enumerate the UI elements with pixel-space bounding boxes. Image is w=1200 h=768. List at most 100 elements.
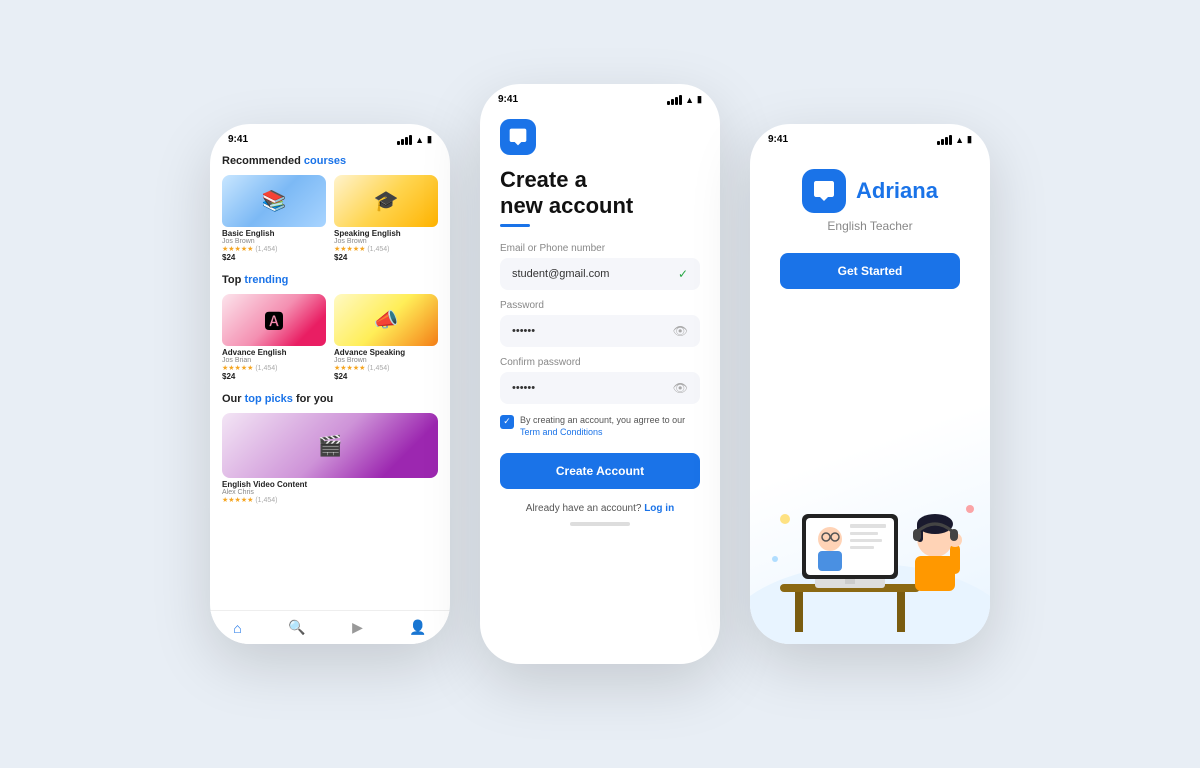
password-label: Password (500, 300, 700, 311)
adriana-branding: Adriana (802, 169, 938, 213)
illustration-area (750, 444, 990, 644)
course-advance-speaking[interactable]: 📣 Advance Speaking Jos Brown ★★★★★ (1,45… (334, 294, 438, 383)
course-advance-info: Advance English Jos Brian ★★★★★ (1,454) … (222, 346, 326, 383)
wifi-icon-center: ▲ (685, 95, 694, 105)
email-value: student@gmail.com (512, 268, 678, 280)
course-speaking-name: Speaking English (334, 229, 438, 238)
nav-home[interactable]: ⌂ (233, 620, 241, 636)
create-account-button[interactable]: Create Account (500, 453, 700, 489)
terms-row: ✓ By creating an account, you agrree to … (500, 414, 700, 439)
signal-icon (397, 135, 412, 145)
course-adv-speaking-name: Advance Speaking (334, 348, 438, 357)
battery-icon: ▮ (427, 134, 432, 145)
course-basic-name: Basic English (222, 229, 326, 238)
terms-checkbox[interactable]: ✓ (500, 415, 514, 429)
course-speaking-author: Jos Brown (334, 238, 438, 245)
wifi-icon-right: ▲ (955, 135, 964, 145)
thumb-adv-speaking-icon: 📣 (374, 308, 399, 333)
check-icon: ✓ (678, 267, 688, 281)
recommended-title: Recommended courses (222, 155, 438, 167)
app-logo (500, 119, 536, 155)
course-advance-stars: ★★★★★ (1,454) (222, 364, 326, 372)
course-advance-name: Advance English (222, 348, 326, 357)
title-underline (500, 224, 530, 227)
course-adv-speaking-info: Advance Speaking Jos Brown ★★★★★ (1,454)… (334, 346, 438, 383)
adriana-logo (802, 169, 846, 213)
eye-icon-confirm: 👁 (673, 381, 688, 395)
course-advance-price: $24 (222, 372, 326, 381)
status-icons-left: ▲ ▮ (397, 134, 432, 145)
status-icons-right: ▲ ▮ (937, 134, 972, 145)
course-basic-price: $24 (222, 253, 326, 262)
time-left: 9:41 (228, 134, 248, 145)
eye-icon-password: 👁 (673, 324, 688, 338)
thumb-advance-icon: 🅰 (264, 306, 284, 335)
home-indicator-center (570, 522, 630, 526)
terms-text: By creating an account, you agrree to ou… (520, 414, 700, 439)
confirm-value: •••••• (512, 382, 673, 394)
email-label: Email or Phone number (500, 243, 700, 254)
status-bar-right: 9:41 ▲ ▮ (750, 124, 990, 149)
thumb-adv-speaking: 📣 (334, 294, 438, 346)
center-phone-content: Create a new account Email or Phone numb… (480, 109, 720, 542)
search-icon: 🔍 (288, 619, 305, 636)
course-advance-english[interactable]: 🅰 Advance English Jos Brian ★★★★★ (1,454… (222, 294, 326, 383)
course-basic-info: Basic English Jos Brown ★★★★★ (1,454) $2… (222, 227, 326, 264)
profile-icon: 👤 (409, 619, 426, 636)
course-basic-author: Jos Brown (222, 238, 326, 245)
course-video-stars: ★★★★★ (1,454) (222, 496, 438, 504)
status-icons-center: ▲ ▮ (667, 94, 702, 105)
play-icon: ▶ (352, 619, 363, 636)
top-picks-title: Our top picks for you (222, 393, 438, 405)
trending-grid: 🅰 Advance English Jos Brian ★★★★★ (1,454… (222, 294, 438, 383)
login-link[interactable]: Log in (644, 503, 674, 514)
course-adv-speaking-author: Jos Brown (334, 357, 438, 364)
course-video-name: English Video Content (222, 480, 438, 489)
thumb-video: 🎬 (222, 413, 438, 478)
page-title: Create a new account (500, 167, 700, 220)
course-basic-english[interactable]: 📚 Basic English Jos Brown ★★★★★ (1,454) … (222, 175, 326, 264)
teacher-illustration (750, 444, 990, 644)
terms-link[interactable]: Term and Conditions (520, 427, 603, 437)
nav-profile[interactable]: 👤 (409, 619, 426, 636)
adriana-logo-icon (812, 179, 836, 203)
right-phone-content: Adriana English Teacher Get Started (750, 149, 990, 319)
right-phone: 9:41 ▲ ▮ Adriana (750, 124, 990, 644)
trending-highlight: trending (244, 274, 288, 286)
thumb-speaking-icon: 🎓 (374, 189, 399, 214)
thumb-video-icon: 🎬 (318, 433, 343, 458)
password-value: •••••• (512, 325, 673, 337)
status-bar-left: 9:41 ▲ ▮ (210, 124, 450, 149)
video-chat-icon (508, 127, 528, 147)
thumb-basic: 📚 (222, 175, 326, 227)
status-bar-center: 9:41 ▲ ▮ (480, 84, 720, 109)
recommended-highlight: courses (304, 155, 346, 167)
course-advance-author: Jos Brian (222, 357, 326, 364)
battery-icon-center: ▮ (697, 94, 702, 105)
top-picks-highlight: top picks (245, 393, 293, 405)
battery-icon-right: ▮ (967, 134, 972, 145)
nav-play[interactable]: ▶ (352, 619, 363, 636)
course-speaking-price: $24 (334, 253, 438, 262)
course-adv-speaking-stars: ★★★★★ (1,454) (334, 364, 438, 372)
left-phone: 9:41 ▲ ▮ Recommended courses (210, 124, 450, 644)
signal-icon-center (667, 95, 682, 105)
adriana-subtitle: English Teacher (827, 219, 912, 233)
confirm-label: Confirm password (500, 357, 700, 368)
course-video-content[interactable]: 🎬 English Video Content Alex Chris ★★★★★… (222, 413, 438, 506)
course-video-author: Alex Chris (222, 489, 438, 496)
thumb-advance: 🅰 (222, 294, 326, 346)
home-icon: ⌂ (233, 620, 241, 636)
get-started-button[interactable]: Get Started (780, 253, 960, 289)
login-row: Already have an account? Log in (500, 503, 700, 514)
center-phone: 9:41 ▲ ▮ Create a new account (480, 84, 720, 664)
thumb-basic-icon: 📚 (262, 189, 287, 214)
confirm-field[interactable]: •••••• 👁 (500, 372, 700, 404)
email-field[interactable]: student@gmail.com ✓ (500, 258, 700, 290)
adriana-name: Adriana (856, 178, 938, 204)
bottom-navigation: ⌂ 🔍 ▶ 👤 (210, 610, 450, 644)
nav-search[interactable]: 🔍 (288, 619, 305, 636)
password-field[interactable]: •••••• 👁 (500, 315, 700, 347)
course-adv-speaking-price: $24 (334, 372, 438, 381)
course-speaking-english[interactable]: 🎓 Speaking English Jos Brown ★★★★★ (1,45… (334, 175, 438, 264)
